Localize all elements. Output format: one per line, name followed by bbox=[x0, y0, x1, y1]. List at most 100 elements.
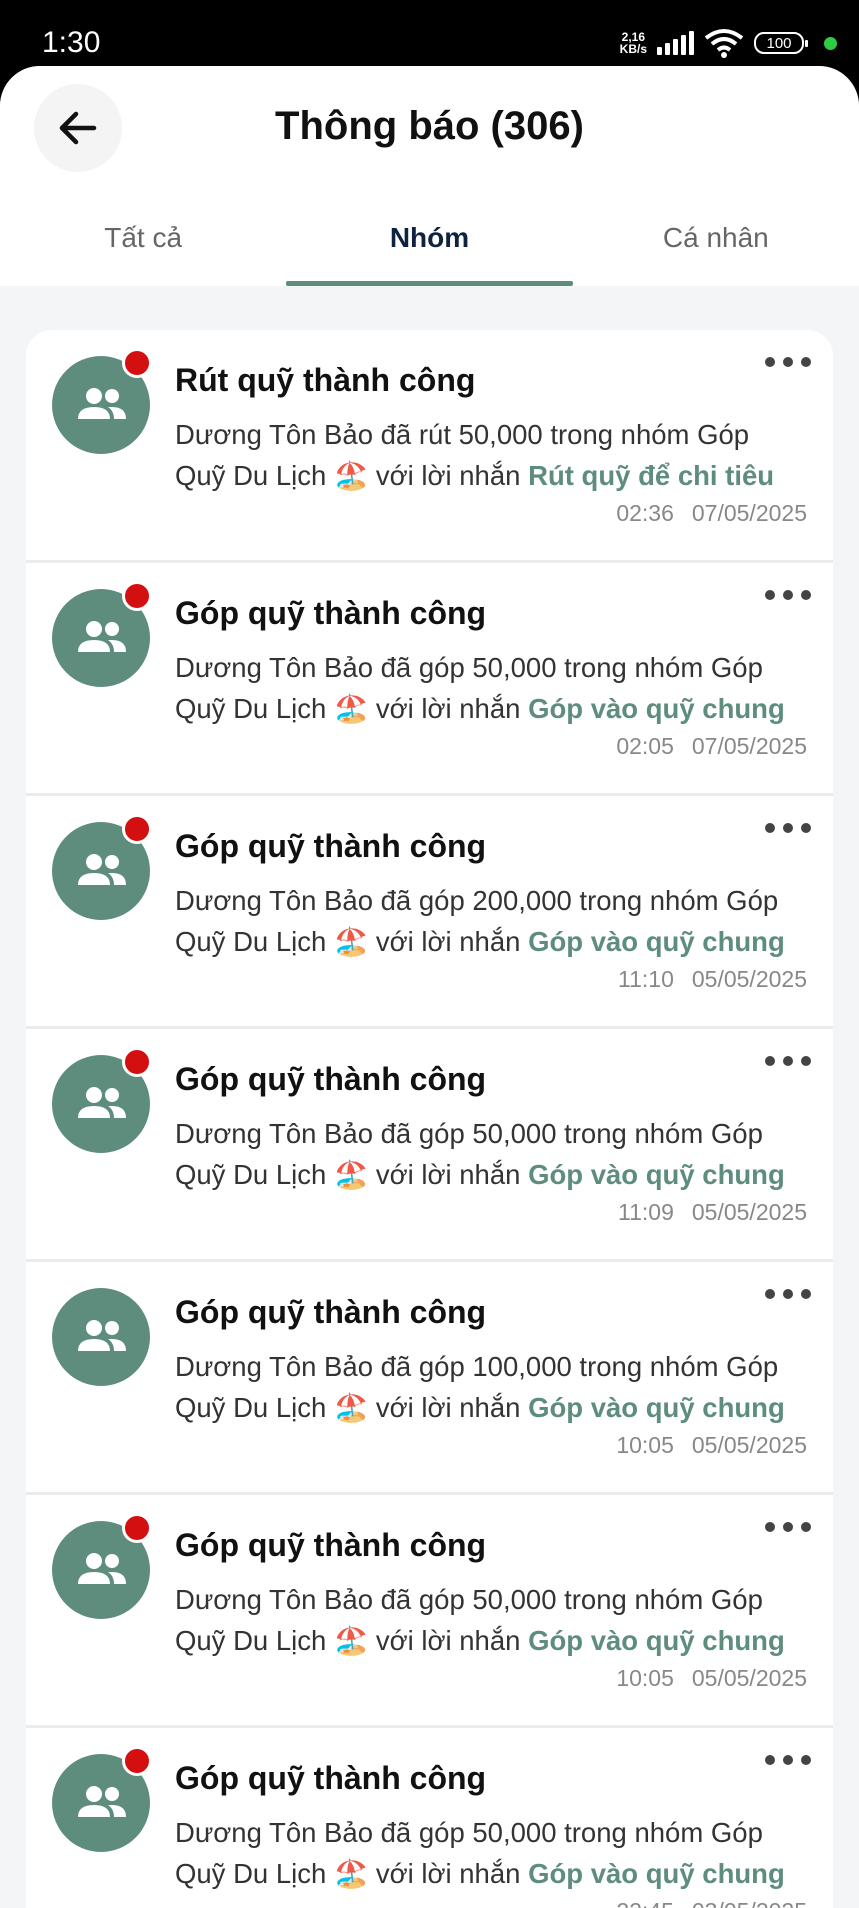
header: Thông báo (306) Tất cả Nhóm Cá nhân bbox=[0, 66, 859, 286]
dot-icon bbox=[783, 1289, 793, 1299]
group-icon bbox=[78, 621, 126, 652]
wifi-icon bbox=[704, 29, 744, 58]
notification-message: Góp vào quỹ chung bbox=[528, 926, 785, 957]
notification-time: 11:10 bbox=[618, 966, 674, 992]
more-options-button[interactable] bbox=[765, 585, 811, 605]
notifications-screen: Thông báo (306) Tất cả Nhóm Cá nhân Rút … bbox=[0, 66, 859, 1908]
more-options-button[interactable] bbox=[765, 1750, 811, 1770]
notification-body: Dương Tôn Bảo đã góp 50,000 trong nhóm G… bbox=[175, 1579, 803, 1661]
notification-item[interactable]: Góp quỹ thành công Dương Tôn Bảo đã góp … bbox=[26, 796, 833, 1029]
notification-date: 05/05/2025 bbox=[691, 1432, 807, 1458]
notification-title: Góp quỹ thành công bbox=[175, 828, 487, 864]
notification-time: 10:05 bbox=[616, 1432, 674, 1458]
unread-dot bbox=[122, 581, 152, 611]
notification-message: Góp vào quỹ chung bbox=[528, 1858, 785, 1889]
notification-body: Dương Tôn Bảo đã góp 50,000 trong nhóm G… bbox=[175, 647, 803, 729]
dot-icon bbox=[765, 1056, 775, 1066]
dot-icon bbox=[783, 1755, 793, 1765]
more-options-button[interactable] bbox=[765, 352, 811, 372]
tab-all[interactable]: Tất cả bbox=[0, 186, 286, 286]
notification-list: Rút quỹ thành công Dương Tôn Bảo đã rút … bbox=[26, 330, 833, 1908]
dot-icon bbox=[783, 357, 793, 367]
status-icons: 2,16 KB/s 100 bbox=[620, 26, 837, 60]
dot-icon bbox=[801, 1755, 811, 1765]
network-speed: 2,16 KB/s bbox=[620, 31, 647, 55]
notification-time: 02:36 bbox=[616, 500, 674, 526]
notification-date: 05/05/2025 bbox=[691, 1665, 807, 1691]
notification-body: Dương Tôn Bảo đã góp 50,000 trong nhóm G… bbox=[175, 1812, 803, 1894]
dot-icon bbox=[783, 1522, 793, 1532]
notification-body: Dương Tôn Bảo đã rút 50,000 trong nhóm G… bbox=[175, 414, 803, 496]
notification-timestamp: 11:09 05/05/2025 bbox=[618, 1199, 807, 1226]
notification-date: 05/05/2025 bbox=[691, 1199, 807, 1225]
notification-message: Góp vào quỹ chung bbox=[528, 1159, 785, 1190]
notification-timestamp: 02:05 07/05/2025 bbox=[616, 733, 807, 760]
notification-body: Dương Tôn Bảo đã góp 100,000 trong nhóm … bbox=[175, 1346, 803, 1428]
dot-icon bbox=[765, 1522, 775, 1532]
notification-body: Dương Tôn Bảo đã góp 50,000 trong nhóm G… bbox=[175, 1113, 803, 1195]
notification-time: 10:05 bbox=[616, 1665, 674, 1691]
unread-dot bbox=[122, 1746, 152, 1776]
unread-dot bbox=[122, 348, 152, 378]
dot-icon bbox=[765, 590, 775, 600]
notification-message: Góp vào quỹ chung bbox=[528, 1392, 785, 1423]
network-speed-unit: KB/s bbox=[619, 42, 647, 56]
notification-title: Rút quỹ thành công bbox=[175, 362, 476, 398]
group-icon bbox=[78, 1087, 126, 1118]
signal-icon bbox=[657, 31, 694, 55]
notification-title: Góp quỹ thành công bbox=[175, 595, 487, 631]
more-options-button[interactable] bbox=[765, 1051, 811, 1071]
notification-date: 07/05/2025 bbox=[691, 733, 807, 759]
battery-level: 100 bbox=[766, 34, 792, 52]
tab-bar: Tất cả Nhóm Cá nhân bbox=[0, 186, 859, 286]
more-options-button[interactable] bbox=[765, 1284, 811, 1304]
notification-time: 11:09 bbox=[618, 1199, 674, 1225]
notification-timestamp: 11:10 05/05/2025 bbox=[618, 966, 807, 993]
battery-icon: 100 bbox=[754, 32, 808, 54]
group-icon bbox=[78, 1320, 126, 1351]
notification-item[interactable]: Góp quỹ thành công Dương Tôn Bảo đã góp … bbox=[26, 1029, 833, 1262]
more-options-button[interactable] bbox=[765, 818, 811, 838]
notification-date: 07/05/2025 bbox=[691, 500, 807, 526]
notification-message: Góp vào quỹ chung bbox=[528, 693, 785, 724]
notification-timestamp: 22:45 03/05/2025 bbox=[616, 1898, 807, 1908]
notification-date: 03/05/2025 bbox=[692, 1898, 807, 1908]
notification-title: Góp quỹ thành công bbox=[175, 1527, 487, 1563]
notification-title: Góp quỹ thành công bbox=[175, 1760, 487, 1796]
notification-item[interactable]: Góp quỹ thành công Dương Tôn Bảo đã góp … bbox=[26, 1728, 833, 1908]
notification-item[interactable]: Góp quỹ thành công Dương Tôn Bảo đã góp … bbox=[26, 1495, 833, 1728]
dot-icon bbox=[801, 823, 811, 833]
status-time: 1:30 bbox=[42, 26, 101, 59]
dot-icon bbox=[801, 1522, 811, 1532]
tab-group[interactable]: Nhóm bbox=[286, 186, 573, 286]
status-dot-icon bbox=[824, 36, 837, 50]
notification-item[interactable]: Góp quỹ thành công Dương Tôn Bảo đã góp … bbox=[26, 1262, 833, 1495]
notification-title: Góp quỹ thành công bbox=[175, 1294, 487, 1330]
dot-icon bbox=[765, 357, 775, 367]
dot-icon bbox=[801, 590, 811, 600]
notification-message: Rút quỹ để chi tiêu bbox=[528, 460, 775, 491]
notification-timestamp: 10:05 05/05/2025 bbox=[616, 1665, 807, 1692]
dot-icon bbox=[801, 1289, 811, 1299]
dot-icon bbox=[801, 1056, 811, 1066]
group-avatar bbox=[52, 1288, 150, 1386]
notification-body: Dương Tôn Bảo đã góp 200,000 trong nhóm … bbox=[175, 880, 803, 962]
dot-icon bbox=[783, 823, 793, 833]
unread-dot bbox=[122, 1047, 152, 1077]
tab-personal[interactable]: Cá nhân bbox=[573, 186, 859, 286]
page-title: Thông báo (306) bbox=[275, 104, 584, 148]
more-options-button[interactable] bbox=[765, 1517, 811, 1537]
notification-message: Góp vào quỹ chung bbox=[528, 1625, 785, 1656]
notification-time: 02:05 bbox=[616, 733, 674, 759]
notification-item[interactable]: Góp quỹ thành công Dương Tôn Bảo đã góp … bbox=[26, 563, 833, 796]
unread-dot bbox=[122, 814, 152, 844]
notification-timestamp: 10:05 05/05/2025 bbox=[616, 1432, 807, 1459]
dot-icon bbox=[765, 823, 775, 833]
dot-icon bbox=[801, 357, 811, 367]
notification-item[interactable]: Rút quỹ thành công Dương Tôn Bảo đã rút … bbox=[26, 330, 833, 563]
dot-icon bbox=[783, 590, 793, 600]
group-icon bbox=[78, 388, 126, 419]
dot-icon bbox=[783, 1056, 793, 1066]
unread-dot bbox=[122, 1513, 152, 1543]
group-icon bbox=[78, 1786, 126, 1817]
